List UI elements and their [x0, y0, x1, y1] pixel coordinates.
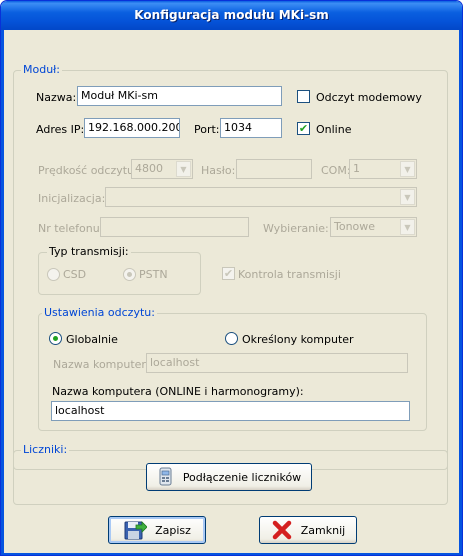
global-radio[interactable] — [49, 332, 62, 345]
dialog-body: Moduł: Nazwa: Moduł MKi-sm Odczyt modemo… — [4, 30, 459, 553]
port-input[interactable]: 1034 — [220, 118, 282, 138]
specific-computer-radio[interactable] — [225, 332, 238, 345]
name-input[interactable]: Moduł MKi-sm — [77, 86, 282, 106]
counter-device-icon — [159, 467, 172, 486]
modem-read-label: Odczyt modemowy — [316, 91, 422, 104]
connect-counters-label: Podłączenie liczników — [182, 470, 302, 484]
counters-legend: Liczniki: — [21, 443, 70, 456]
pstn-label: PSTN — [139, 268, 168, 281]
modem-read-checkbox[interactable] — [297, 90, 310, 103]
init-label: Inicjalizacja: — [38, 192, 106, 205]
password-input[interactable] — [236, 159, 312, 179]
chevron-down-icon: ▼ — [400, 219, 415, 235]
csd-radio[interactable] — [47, 268, 60, 281]
global-radio-dot — [53, 336, 58, 341]
window-title: Konfiguracja modułu MKi-sm — [134, 8, 329, 22]
online-label: Online — [316, 123, 352, 136]
phone-input[interactable] — [100, 217, 249, 237]
phone-label: Nr telefonu: — [38, 222, 104, 235]
online-checkbox[interactable]: ✔ — [297, 122, 310, 135]
port-label: Port: — [194, 123, 220, 136]
com-select[interactable]: 1 ▼ — [349, 159, 417, 179]
transmission-control-checkbox[interactable]: ✔ — [222, 267, 235, 280]
computer-name-input[interactable]: localhost — [146, 353, 408, 373]
password-label: Hasło: — [201, 164, 236, 177]
transmission-control-label: Kontrola transmisji — [238, 268, 341, 281]
computer-name-label: Nazwa komputera: — [53, 358, 157, 371]
read-settings-legend: Ustawienia odczytu: — [42, 306, 157, 319]
config-window: Konfiguracja modułu MKi-sm Moduł: Nazwa:… — [0, 0, 463, 556]
init-select[interactable]: ▼ — [105, 187, 417, 207]
ip-label: Adres IP: — [36, 123, 85, 136]
com-label: COM: — [321, 164, 351, 177]
online-computer-label: Nazwa komputera (ONLINE i harmonogramy): — [52, 385, 304, 398]
title-bar[interactable]: Konfiguracja modułu MKi-sm — [1, 1, 462, 30]
chevron-down-icon: ▼ — [176, 161, 191, 177]
chevron-down-icon: ▼ — [400, 189, 415, 205]
dialing-select[interactable]: Tonowe ▼ — [330, 217, 417, 237]
pstn-radio-dot — [127, 272, 132, 277]
name-label: Nazwa: — [36, 91, 77, 104]
chevron-down-icon: ▼ — [400, 161, 415, 177]
speed-value: 4800 — [135, 162, 163, 175]
close-icon — [272, 520, 292, 540]
speed-label: Prędkość odczytu: — [38, 164, 138, 177]
pstn-radio[interactable] — [123, 268, 136, 281]
save-button[interactable]: Zapisz — [108, 516, 206, 544]
transmission-legend: Typ transmisji: — [47, 245, 131, 258]
save-icon — [124, 521, 148, 540]
window-frame-right — [459, 30, 462, 555]
csd-label: CSD — [63, 268, 87, 281]
online-computer-input[interactable]: localhost — [51, 401, 410, 421]
connect-counters-button[interactable]: Podłączenie liczników — [146, 463, 312, 491]
specific-computer-label: Określony komputer — [242, 333, 354, 346]
close-button[interactable]: Zamknij — [259, 516, 357, 544]
global-label: Globalnie — [66, 333, 118, 346]
save-label: Zapisz — [155, 523, 191, 537]
dialing-value: Tonowe — [334, 220, 376, 233]
close-label: Zamknij — [300, 523, 346, 537]
dialing-label: Wybieranie: — [263, 222, 329, 235]
com-value: 1 — [353, 162, 360, 175]
ip-input[interactable]: 192.168.000.200 — [84, 118, 180, 138]
speed-select[interactable]: 4800 ▼ — [131, 159, 193, 179]
module-legend: Moduł: — [21, 63, 63, 76]
